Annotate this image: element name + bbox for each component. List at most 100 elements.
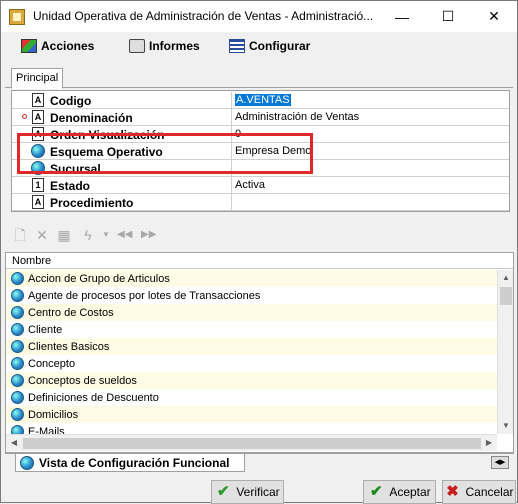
tab-vista-label: Vista de Configuración Funcional: [39, 455, 230, 470]
app-icon: [9, 9, 25, 25]
window: Unidad Operativa de Administración de Ve…: [0, 0, 518, 504]
list-item-label: Accion de Grupo de Articulos: [28, 272, 170, 285]
highlight-annotation: [17, 133, 313, 174]
num-icon: 1: [32, 178, 44, 192]
list-item[interactable]: Concepto: [6, 355, 497, 372]
check-doc-icon: ✔: [217, 483, 230, 500]
menu-acciones[interactable]: Acciones: [21, 39, 94, 53]
menu-bar: Acciones Informes Configurar: [1, 32, 517, 62]
list-item[interactable]: Cliente: [6, 321, 497, 338]
property-row[interactable]: 1 Estado Activa: [12, 177, 509, 194]
scroll-up-icon[interactable]: ▲: [498, 270, 513, 286]
actions-icon: [21, 39, 37, 53]
list-item[interactable]: Definiciones de Descuento: [6, 389, 497, 406]
list-toolbar: 🗋 ✕ ▦ ϟ ▼ ◀◀ ▶▶: [11, 227, 211, 245]
menu-configurar-label: Configurar: [249, 39, 311, 53]
property-value-text: A.VENTAS: [235, 94, 291, 106]
list-body: Accion de Grupo de Articulos Agente de pr…: [6, 270, 497, 434]
property-name: Codigo: [50, 94, 92, 108]
scroll-right-icon[interactable]: ▶: [481, 435, 497, 451]
grid-icon[interactable]: ▦: [57, 227, 71, 243]
property-value[interactable]: [231, 194, 509, 210]
list-item-label: Concepto: [28, 357, 76, 370]
property-row[interactable]: A Procedimiento: [12, 194, 509, 211]
tab-nav-arrows[interactable]: ◀▶: [491, 456, 509, 469]
vertical-scrollbar[interactable]: ▲ ▼: [497, 270, 513, 434]
list-item-label: Definiciones de Descuento: [28, 391, 159, 404]
list-item-label: Cliente: [28, 323, 63, 336]
minimize-button[interactable]: —: [379, 1, 425, 32]
property-value-text: Administración de Ventas: [235, 111, 360, 123]
tab-vista-configuracion[interactable]: Vista de Configuración Funcional: [15, 454, 245, 472]
list-item-label: Conceptos de sueldos: [28, 374, 137, 387]
doc-icon: A: [32, 195, 44, 209]
window-title: Unidad Operativa de Administración de Ve…: [33, 9, 374, 23]
column-header-nombre[interactable]: Nombre: [6, 253, 513, 269]
list-item[interactable]: E-Mails: [6, 423, 497, 434]
property-value[interactable]: A.VENTAS: [231, 92, 509, 108]
scroll-left-icon[interactable]: ◀: [6, 435, 22, 451]
globe-icon: [11, 425, 24, 434]
maximize-button[interactable]: ☐: [425, 1, 471, 32]
globe-icon: [11, 391, 24, 404]
list-item-label: Domicilios: [28, 408, 79, 421]
property-value-text: Activa: [235, 179, 265, 191]
property-name: Procedimiento: [50, 196, 134, 210]
property-row[interactable]: A Codigo A.VENTAS: [12, 92, 509, 109]
list-item[interactable]: Agente de procesos por lotes de Transacc…: [6, 287, 497, 304]
printer-icon: [129, 39, 145, 53]
horizontal-scrollbar[interactable]: ◀ ▶: [6, 434, 497, 451]
verificar-button[interactable]: ✔ Verificar: [211, 480, 284, 504]
bottom-tab-strip: Vista de Configuración Funcional ◀▶: [5, 453, 514, 472]
next-icon[interactable]: ▶▶: [141, 227, 156, 243]
list-item[interactable]: Clientes Basicos: [6, 338, 497, 355]
globe-icon: [11, 374, 24, 387]
lightning-icon[interactable]: ϟ: [81, 227, 95, 243]
dropdown-arrow-icon[interactable]: ▼: [99, 227, 113, 243]
list-item[interactable]: Domicilios: [6, 406, 497, 423]
list-item[interactable]: Centro de Costos: [6, 304, 497, 321]
delete-icon[interactable]: ✕: [35, 227, 49, 243]
globe-icon: [11, 340, 24, 353]
globe-icon: [11, 289, 24, 302]
check-icon: ✔: [370, 483, 383, 500]
menu-configurar[interactable]: Configurar: [229, 39, 310, 53]
list-item[interactable]: Accion de Grupo de Articulos: [6, 270, 497, 287]
globe-icon: [11, 306, 24, 319]
previous-icon[interactable]: ◀◀: [117, 227, 132, 243]
globe-icon: [11, 408, 24, 421]
cancelar-button[interactable]: ✖ Cancelar: [442, 480, 516, 504]
verificar-label: Verificar: [236, 485, 280, 499]
menu-acciones-label: Acciones: [41, 39, 95, 53]
aceptar-label: Aceptar: [389, 485, 431, 499]
property-name: Denominación: [50, 111, 133, 125]
tab-principal[interactable]: Principal: [11, 68, 64, 89]
globe-icon: [20, 455, 34, 470]
globe-icon: [11, 323, 24, 336]
configure-icon: [229, 39, 245, 53]
list-item[interactable]: Conceptos de sueldos: [6, 372, 497, 389]
required-marker-icon: [22, 114, 27, 119]
cancel-icon: ✖: [446, 483, 459, 500]
doc-icon: A: [32, 110, 44, 124]
property-value[interactable]: Activa: [231, 177, 509, 193]
scroll-thumb[interactable]: [500, 287, 512, 305]
globe-icon: [11, 272, 24, 285]
tab-strip: Principal: [5, 68, 513, 89]
title-bar: Unidad Operativa de Administración de Ve…: [1, 1, 517, 32]
property-row[interactable]: A Denominación Administración de Ventas: [12, 109, 509, 126]
property-value[interactable]: Administración de Ventas: [231, 109, 509, 125]
new-icon[interactable]: 🗋: [13, 227, 27, 243]
aceptar-button[interactable]: ✔ Aceptar: [363, 480, 436, 504]
hscroll-thumb[interactable]: [23, 438, 481, 449]
close-button[interactable]: ✕: [471, 1, 517, 32]
list-item-label: E-Mails: [28, 425, 65, 435]
function-list: Nombre Accion de Grupo de Articulos Agent…: [5, 252, 514, 453]
list-item-label: Clientes Basicos: [28, 340, 110, 353]
doc-icon: A: [32, 93, 44, 107]
list-item-label: Agente de procesos por lotes de Transacc…: [28, 289, 261, 302]
globe-icon: [11, 357, 24, 370]
menu-informes[interactable]: Informes: [129, 39, 200, 53]
scroll-down-icon[interactable]: ▼: [498, 418, 513, 434]
property-name: Estado: [50, 179, 91, 193]
